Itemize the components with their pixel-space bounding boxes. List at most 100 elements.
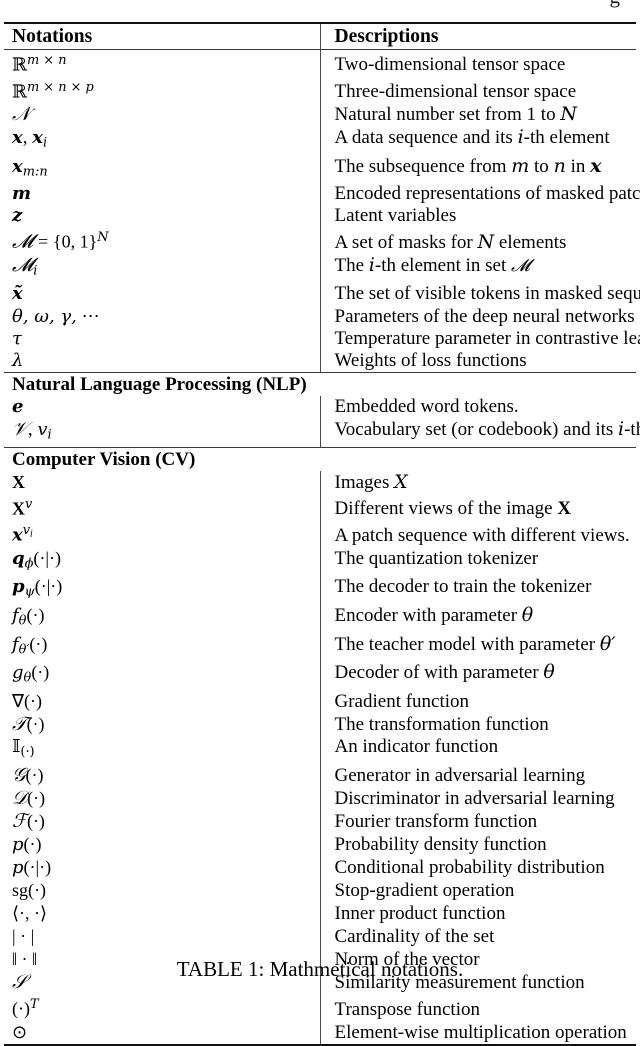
notation-cell: θ, ω, γ, ⋯ [12, 305, 100, 327]
description-cell: Vocabulary set (or codebook) and its i-t… [319, 417, 640, 447]
table-row: sg(·) Stop-gradient operation [4, 878, 636, 902]
notation-cell: z [12, 205, 23, 227]
notation-cell: xvi [12, 523, 33, 546]
description-cell: Encoder with parameter θ [319, 603, 636, 633]
description-cell: The teacher model with parameter θ′ [319, 632, 636, 662]
description-cell: Transpose function [319, 994, 636, 1021]
description-cell: Encoded representations of masked patch/… [319, 183, 640, 206]
table-row: ℝm × n × p Three-dimensional tensor space [4, 76, 636, 103]
notation-cell: fθ′(·) [12, 633, 48, 658]
table-row: pψ(·|·) The decoder to train the tokenize… [4, 575, 636, 604]
description-cell: Discriminator in adversarial learning [319, 786, 636, 810]
table-row: e Embedded word tokens. [4, 395, 636, 418]
table-row: x̃ The set of visible tokens in masked se… [4, 282, 640, 305]
notation-cell: X [12, 471, 25, 492]
notation-cell: ∇(·) [12, 690, 43, 711]
description-cell: Three-dimensional tensor space [319, 76, 636, 103]
description-cell: Conditional probability distribution [319, 855, 636, 879]
notation-cell: p(·|·) [12, 856, 52, 878]
table-row: x, xi A data sequence and its i-th elemen… [4, 126, 636, 155]
description-cell: A data sequence and its i-th element [319, 126, 636, 155]
description-cell: Stop-gradient operation [319, 878, 636, 902]
table-row: gθ(·) Decoder of with parameter θ [4, 661, 636, 690]
description-cell: Embedded word tokens. [319, 395, 636, 418]
description-cell: Latent variables [319, 205, 636, 228]
table-row: (·)T Transpose function [4, 994, 636, 1021]
notation-cell: p(·) [12, 833, 42, 855]
table-row: ℝm × n Two-dimensional tensor space [4, 50, 636, 77]
description-cell: An indicator function [319, 735, 636, 764]
notation-cell: xm:n [12, 155, 48, 180]
notation-cell: x̃ [12, 282, 23, 304]
table-row: 𝒟(·) Discriminator in adversarial learnin… [4, 786, 636, 810]
notation-cell: gθ(·) [12, 662, 50, 686]
description-cell: Images X [319, 470, 636, 494]
table-header-row: Notations Descriptions [4, 24, 636, 49]
description-cell: Cardinality of the set [319, 924, 636, 948]
notation-cell: ℱ(·) [12, 809, 45, 832]
description-cell: Two-dimensional tensor space [319, 50, 636, 77]
table-row: fθ(·) Encoder with parameter θ [4, 603, 636, 633]
notation-cell: 𝒢(·) [12, 763, 44, 786]
description-cell: A set of masks for N elements [319, 227, 636, 254]
notation-cell: e [12, 395, 24, 417]
notation-cell: 𝒩 [12, 103, 31, 125]
description-cell: Parameters of the deep neural networks [319, 304, 636, 328]
description-cell: Inner product function [319, 901, 636, 925]
table-row: qϕ(·|·) The quantization tokenizer [4, 546, 636, 576]
notation-cell: pψ(·|·) [12, 576, 63, 600]
table-row: 𝒯(·) The transformation function [4, 712, 636, 736]
table-row: 𝕀(·) An indicator function [4, 735, 636, 764]
column-header-notations: Notations [12, 26, 93, 47]
description-cell: The i-th element in set 𝓜 [319, 253, 636, 283]
description-cell: Generator in adversarial learning [319, 763, 636, 787]
notations-table-container: Notations Descriptions ℝm × n Two-dimension… [4, 22, 640, 1046]
description-cell: The set of visible tokens in masked sequ… [319, 282, 640, 305]
table-row: 𝒢(·) Generator in adversarial learning [4, 763, 636, 787]
description-cell: Fourier transform function [319, 809, 636, 833]
table-row: 𝓜 = {0, 1}N A set of masks for N elements [4, 227, 636, 254]
table-row: 𝒱, vi Vocabulary set (or codebook) and it… [4, 417, 640, 447]
table-row: 𝓜i The i-th element in set 𝓜 [4, 253, 636, 283]
description-cell: The subsequence from m to n in x [319, 154, 636, 184]
notation-cell: 𝒟(·) [12, 786, 46, 809]
notation-cell: 𝒱, vi [12, 417, 52, 443]
table-caption: TABLE 1: Mathmetical notations. [176, 957, 464, 981]
table-row: fθ′(·) The teacher model with parameter θ… [4, 632, 636, 662]
notation-cell: 𝓜i [12, 253, 38, 279]
table-row: Xv Different views of the image X [4, 493, 636, 521]
notation-cell: m [12, 183, 32, 205]
notation-cell: 𝕀(·) [12, 735, 35, 760]
table-row: | · | Cardinality of the set [4, 924, 636, 948]
notation-cell: sg(·) [12, 879, 46, 900]
notation-cell: ⟨·, ·⟩ [12, 902, 48, 923]
notations-table: Notations Descriptions ℝm × n Two-dimension… [4, 22, 640, 1046]
notation-cell: fθ(·) [12, 604, 45, 629]
table-page: g Notations Descriptions ℝm × n Two-dimensi… [0, 0, 640, 1046]
table-row: xm:n The subsequence from m to n in x [4, 154, 636, 184]
notation-cell: 𝒯(·) [12, 712, 45, 735]
table-row: τ Temperature parameter in contrastive le… [4, 327, 640, 350]
cropped-text-artifact: g [610, 0, 621, 7]
notation-cell: | · | [12, 925, 35, 946]
description-cell: The transformation function [319, 712, 636, 736]
table-row: X Images X [4, 470, 636, 494]
table-row: 𝒩 Natural number set from 1 to N [4, 103, 636, 127]
column-header-descriptions: Descriptions [319, 24, 636, 49]
description-cell: The decoder to train the tokenizer [319, 575, 636, 604]
section-header-row: Computer Vision (CV) [4, 448, 636, 471]
description-cell: A patch sequence with different views. [319, 520, 636, 547]
notation-cell: ℝm × n × p [12, 79, 94, 102]
section-header-label: Natural Language Processing (NLP) [12, 373, 307, 395]
table-row: θ, ω, γ, ⋯ Parameters of the deep neural … [4, 304, 636, 328]
notation-cell: 𝓜 = {0, 1}N [12, 230, 109, 253]
notation-cell: ⊙ [12, 1021, 28, 1042]
table-row: z Latent variables [4, 205, 636, 228]
table-row: λ Weights of loss functions [4, 349, 636, 372]
notation-cell: Xv [12, 496, 33, 518]
notation-cell: qϕ(·|·) [12, 547, 61, 572]
table-row: ⊙ Element-wise multiplication operation [4, 1020, 636, 1044]
table-row: ∇(·) Gradient function [4, 689, 636, 713]
notation-cell: x, xi [12, 127, 48, 151]
table-rule-thick [4, 1043, 636, 1046]
